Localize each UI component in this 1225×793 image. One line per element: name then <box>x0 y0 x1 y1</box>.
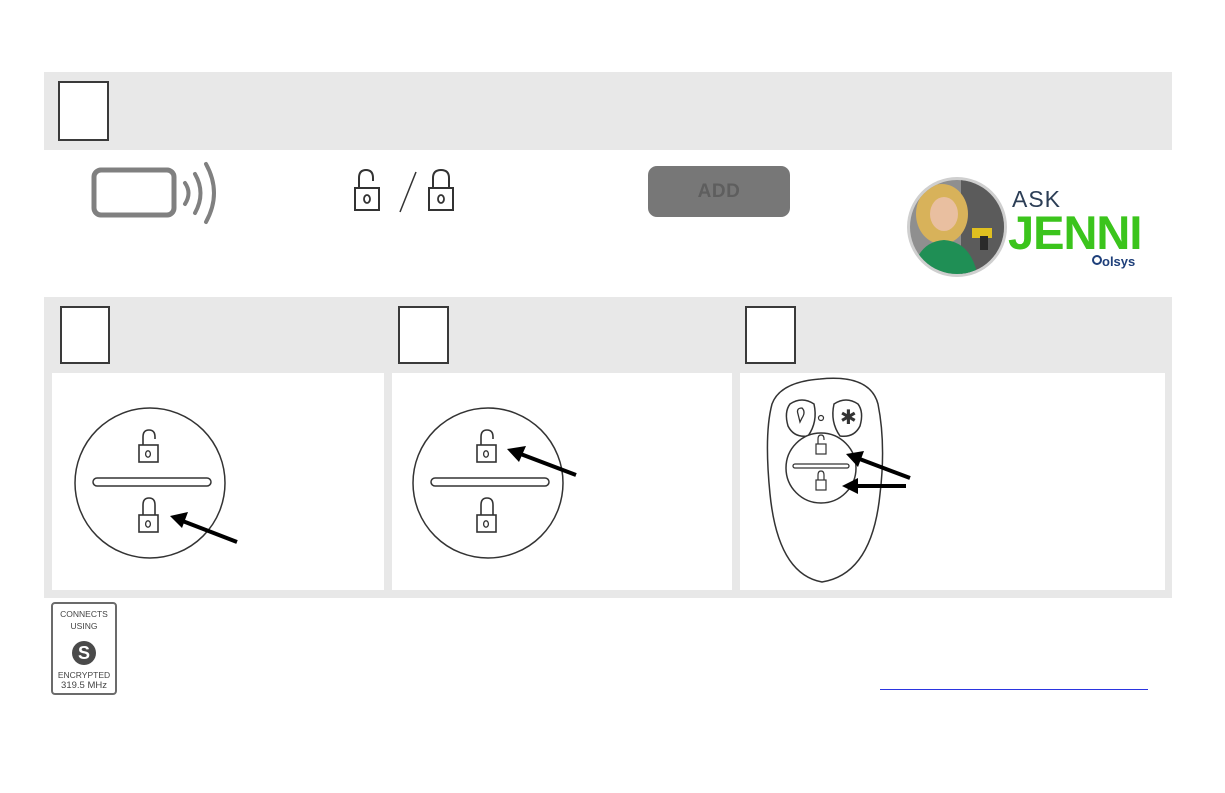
step-number-box-1 <box>58 81 109 141</box>
slash-divider-icon <box>399 171 417 213</box>
step-number-box-2 <box>60 306 110 364</box>
keypad-button-unlock-illustration <box>412 407 577 559</box>
svg-text:✱: ✱ <box>840 405 857 429</box>
device-signal-icon <box>91 162 216 224</box>
unlock-icon <box>354 168 380 211</box>
ask-jenni-avatar <box>907 177 1007 277</box>
badge-line-using: USING <box>70 621 98 631</box>
keypad-button-lock-illustration <box>74 407 238 559</box>
brand-label: olsys <box>1102 254 1136 269</box>
footer-link[interactable] <box>880 688 1148 690</box>
step-number-box-4 <box>745 306 796 364</box>
step-header-band <box>44 72 1172 150</box>
badge-line-encrypted: ENCRYPTED <box>57 670 111 680</box>
badge-line-frequency: 319.5 MHz <box>61 680 107 691</box>
remote-keyfob-icon: ✱ <box>766 377 911 583</box>
step-number-box-3 <box>398 306 449 364</box>
security-logo-icon: S <box>72 641 96 665</box>
jenni-label: JENNI <box>1008 206 1142 259</box>
badge-line-connects: CONNECTS <box>60 609 108 619</box>
brand-logo-icon <box>1092 255 1102 265</box>
encryption-badge: CONNECTS USING S ENCRYPTED 319.5 MHz <box>51 602 117 695</box>
lock-icon <box>428 168 454 211</box>
add-button[interactable]: ADD <box>648 166 790 217</box>
